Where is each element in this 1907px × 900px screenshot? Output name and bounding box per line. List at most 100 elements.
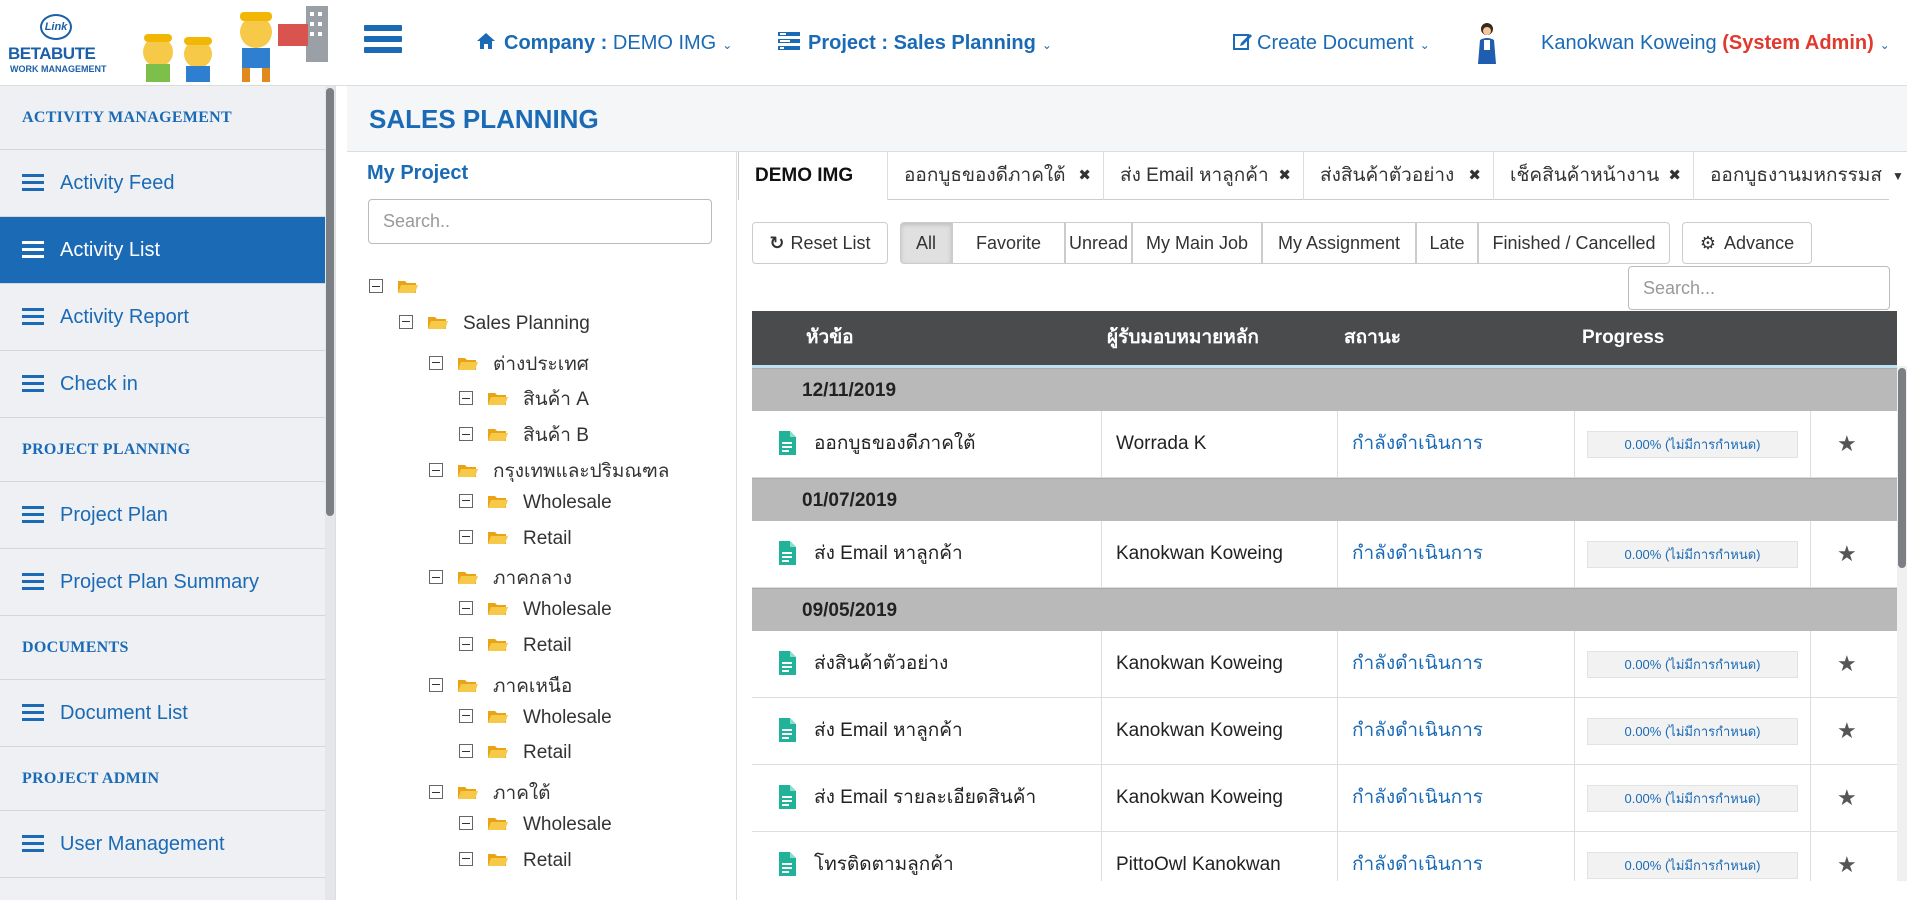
filter-unread[interactable]: Unread	[1065, 222, 1132, 264]
tree-node[interactable]: Retail	[459, 742, 572, 764]
tree-node[interactable]: สินค้า B	[459, 420, 589, 450]
minus-square-icon[interactable]	[459, 529, 473, 544]
table-scrollbar[interactable]	[1897, 366, 1907, 881]
table-scroll-thumb[interactable]	[1898, 368, 1906, 568]
table-row[interactable]: ส่งสินค้าตัวอย่าง Kanokwan Koweing กำลังดำ…	[752, 631, 1897, 698]
sidebar-item-project-plan[interactable]: Project Plan	[0, 482, 335, 549]
sidebar-item-activity-feed[interactable]: Activity Feed	[0, 150, 335, 217]
sidebar-item-check-in[interactable]: Check in	[0, 351, 335, 418]
tree-node[interactable]: Retail	[459, 635, 572, 657]
favorite-star-icon[interactable]: ★	[1837, 698, 1857, 764]
minus-square-icon[interactable]	[459, 427, 473, 442]
sidebar-item-project-plan-summary[interactable]: Project Plan Summary	[0, 549, 335, 616]
user-menu[interactable]: Kanokwan Koweing (System Admin) ⌄	[1541, 32, 1890, 55]
close-icon[interactable]: ✖	[1078, 152, 1091, 200]
minus-square-icon[interactable]	[429, 355, 443, 370]
activity-title-link[interactable]: โทรติดตามลูกค้า	[752, 832, 1102, 881]
favorite-star-icon[interactable]: ★	[1837, 631, 1857, 697]
tree-node[interactable]: กรุงเทพและปริมณฑล	[429, 456, 669, 486]
tree-node[interactable]: Retail	[459, 528, 572, 550]
company-selector[interactable]: Company : DEMO IMG ⌄	[476, 32, 732, 55]
minus-square-icon[interactable]	[459, 493, 473, 508]
tree-node[interactable]: Wholesale	[459, 707, 612, 729]
tree-node[interactable]: Sales Planning	[399, 313, 590, 335]
activity-title-link[interactable]: ออกบูธของดีภาคใต้	[752, 411, 1102, 477]
tree-node[interactable]: Wholesale	[459, 599, 612, 621]
tree-node[interactable]: ภาคใต้	[429, 778, 551, 808]
brand-logo[interactable]: Link BETABUTE WORK MANAGEMENT	[4, 6, 342, 84]
filter-favorite[interactable]: Favorite	[952, 222, 1065, 264]
tree-root[interactable]	[369, 277, 433, 299]
tab-1[interactable]: ออกบูธของดีภาคใต้ ✖	[888, 152, 1104, 200]
filter-late[interactable]: Late	[1416, 222, 1478, 264]
tree-node[interactable]: ต่างประเทศ	[429, 349, 589, 379]
minus-square-icon[interactable]	[429, 677, 443, 692]
minus-square-icon[interactable]	[459, 391, 473, 406]
sidebar-item-document-list[interactable]: Document List	[0, 680, 335, 747]
table-row[interactable]: ออกบูธของดีภาคใต้ Worrada K กำลังดำเนินการ…	[752, 411, 1897, 478]
favorite-star-icon[interactable]: ★	[1837, 521, 1857, 587]
sidebar-item-activity-list[interactable]: Activity List	[0, 217, 335, 284]
user-avatar[interactable]	[1476, 22, 1498, 66]
tree-node[interactable]: สินค้า A	[459, 384, 589, 414]
minus-square-icon[interactable]	[429, 570, 443, 585]
hamburger-icon-bar	[364, 25, 402, 31]
filter-my-assignment[interactable]: My Assignment	[1262, 222, 1416, 264]
sidebar-item-activity-report[interactable]: Activity Report	[0, 284, 335, 351]
filter-finished-cancelled[interactable]: Finished / Cancelled	[1478, 222, 1670, 264]
folder-open-icon	[487, 636, 509, 652]
table-row[interactable]: ส่ง Email หาลูกค้า Kanokwan Koweing กำลังด…	[752, 698, 1897, 765]
reset-list-button[interactable]: ↻ Reset List	[752, 222, 888, 264]
minus-square-icon[interactable]	[369, 279, 383, 293]
minus-square-icon[interactable]	[429, 785, 443, 800]
minus-square-icon[interactable]	[459, 708, 473, 723]
minus-square-icon[interactable]	[459, 601, 473, 616]
minus-square-icon[interactable]	[459, 637, 473, 651]
create-document-menu[interactable]: Create Document ⌄	[1233, 32, 1430, 55]
tree-node[interactable]: Wholesale	[459, 492, 612, 514]
tree-node[interactable]: ภาคเหนือ	[429, 671, 572, 701]
progress-text: 0.00% (ไม่มีการกำหนด)	[1624, 547, 1761, 562]
tree-node-label: สินค้า A	[523, 389, 589, 411]
table-row[interactable]: โทรติดตามลูกค้า PittoOwl Kanokwan กำลังดำเ…	[752, 832, 1897, 881]
sidebar-item-user-management[interactable]: User Management	[0, 811, 335, 878]
filter-all[interactable]: All	[900, 222, 952, 264]
close-icon[interactable]: ✖	[1468, 152, 1481, 200]
tree-node[interactable]: ภาคกลาง	[429, 563, 572, 593]
minus-square-icon[interactable]	[459, 851, 473, 866]
minus-square-icon[interactable]	[399, 314, 413, 329]
activity-search-input[interactable]	[1628, 266, 1890, 310]
sidebar-scrollbar[interactable]	[325, 86, 335, 900]
tab-0[interactable]: DEMO IMG	[738, 152, 888, 200]
activity-title-link[interactable]: ส่ง Email หาลูกค้า	[752, 698, 1102, 764]
activity-title-link[interactable]: ส่งสินค้าตัวอย่าง	[752, 631, 1102, 697]
progress-bar: 0.00% (ไม่มีการกำหนด)	[1587, 651, 1798, 678]
folder-open-icon	[487, 426, 509, 442]
minus-square-icon[interactable]	[459, 816, 473, 830]
activity-title-link[interactable]: ส่ง Email หาลูกค้า	[752, 521, 1102, 587]
tab-3[interactable]: ส่งสินค้าตัวอย่าง ✖	[1304, 152, 1494, 200]
list-icon-bar	[22, 389, 44, 392]
filter-my-main-job[interactable]: My Main Job	[1132, 222, 1262, 264]
minus-square-icon[interactable]	[429, 463, 443, 477]
tab-4[interactable]: เช็คสินค้าหน้างาน ✖	[1494, 152, 1694, 200]
tree-node[interactable]: Wholesale	[459, 814, 612, 836]
favorite-star-icon[interactable]: ★	[1837, 411, 1857, 477]
table-row[interactable]: ส่ง Email หาลูกค้า Kanokwan Koweing กำลังด…	[752, 521, 1897, 588]
tab-overflow-caret-icon[interactable]: ▼	[1889, 152, 1907, 200]
tab-5[interactable]: ออกบูธงานมหกรรมส	[1694, 152, 1894, 200]
project-search-input[interactable]	[368, 199, 712, 244]
sidebar-scroll-thumb[interactable]	[326, 88, 334, 516]
project-selector[interactable]: Project : Sales Planning ⌄	[778, 32, 1052, 55]
close-icon[interactable]: ✖	[1278, 152, 1291, 200]
close-icon[interactable]: ✖	[1668, 152, 1681, 200]
table-row[interactable]: ส่ง Email รายละเอียดสินค้า Kanokwan Kowei…	[752, 765, 1897, 832]
favorite-star-icon[interactable]: ★	[1837, 765, 1857, 831]
advance-button[interactable]: ⚙ Advance	[1682, 222, 1812, 264]
menu-toggle-button[interactable]	[364, 25, 402, 57]
tab-2[interactable]: ส่ง Email หาลูกค้า ✖	[1104, 152, 1304, 200]
tree-node[interactable]: Retail	[459, 850, 572, 872]
favorite-star-icon[interactable]: ★	[1837, 832, 1857, 881]
minus-square-icon[interactable]	[459, 744, 473, 759]
activity-title-link[interactable]: ส่ง Email รายละเอียดสินค้า	[752, 765, 1102, 831]
